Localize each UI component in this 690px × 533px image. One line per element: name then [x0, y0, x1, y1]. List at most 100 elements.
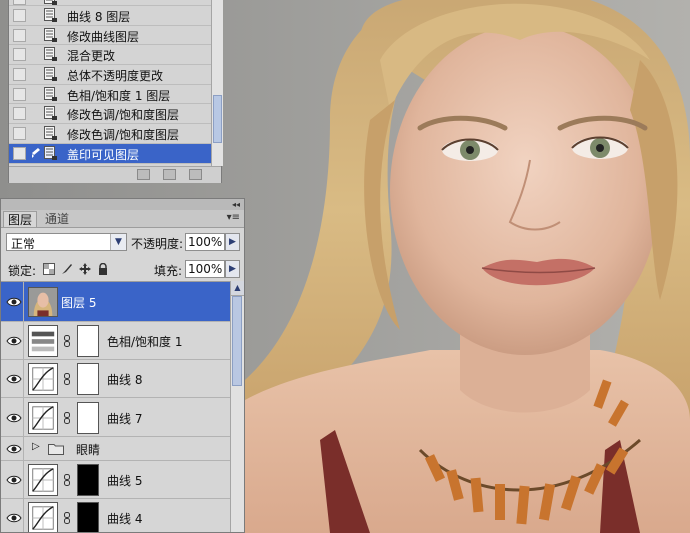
- eye-icon[interactable]: [6, 335, 22, 347]
- eye-icon[interactable]: [6, 373, 22, 385]
- history-brush-source-checkbox[interactable]: [13, 9, 26, 22]
- panel-titlebar[interactable]: ◂◂: [1, 199, 244, 210]
- history-state-icon: [44, 27, 57, 42]
- opacity-label: 不透明度:: [131, 237, 184, 251]
- history-item-label: 盖印可见图层: [67, 147, 140, 162]
- history-state-icon: [44, 86, 57, 101]
- history-brush-source-checkbox[interactable]: [13, 87, 26, 101]
- history-state-icon: [44, 106, 57, 121]
- layer-mask-thumbnail[interactable]: [77, 363, 99, 395]
- layer-list: 图层 5 色相/饱和度 1 曲线 8 曲线 7 ▷ 眼睛曲线 5 曲线 4: [1, 281, 230, 532]
- history-item[interactable]: 总体不透明度更改: [9, 65, 211, 85]
- history-item-label: 修改色调/饱和度图层: [67, 108, 180, 123]
- layer-thumbnail: [28, 287, 58, 317]
- layer-name: 眼睛: [76, 443, 101, 457]
- history-brush-source-checkbox[interactable]: [13, 48, 26, 62]
- layer-row[interactable]: 曲线 5: [1, 461, 230, 499]
- history-brush-source-checkbox[interactable]: [13, 0, 26, 5]
- history-scrollbar[interactable]: [211, 0, 223, 166]
- link-icon[interactable]: [64, 474, 70, 486]
- history-item-label: 色相/饱和度 1 图层: [67, 88, 171, 103]
- history-item[interactable]: 修改曲线图层: [9, 26, 211, 46]
- history-item-label: 修改色调/饱和度图层: [67, 128, 180, 143]
- history-item-label: 曲线 8 图层: [67, 10, 131, 24]
- collapse-panel-icon[interactable]: ◂◂: [232, 199, 240, 210]
- layer-row[interactable]: ▷ 眼睛: [1, 437, 230, 461]
- new-document-from-state-button[interactable]: [137, 169, 150, 180]
- tab-layers[interactable]: 图层: [3, 211, 38, 227]
- history-item-label: 混合更改: [67, 49, 116, 64]
- link-icon[interactable]: [64, 335, 70, 347]
- layer-mask-thumbnail[interactable]: [77, 402, 99, 434]
- history-item[interactable]: 混合更改: [9, 45, 211, 66]
- delete-state-button[interactable]: [189, 169, 202, 180]
- opacity-input[interactable]: 100%: [185, 233, 225, 251]
- layer-name: 曲线 5: [107, 474, 143, 488]
- curves-adjustment-icon: [28, 464, 58, 496]
- visibility-divider: [23, 437, 24, 460]
- lock-all-icon[interactable]: [97, 263, 109, 275]
- history-item-label: 修改曲线图层: [67, 29, 140, 44]
- link-icon[interactable]: [64, 512, 70, 524]
- history-brush-source-checkbox[interactable]: [13, 68, 26, 82]
- history-brush-source-checkbox[interactable]: [13, 28, 26, 42]
- history-item[interactable]: 色相/饱和度 1 图层: [9, 85, 211, 105]
- fill-label: 填充:: [154, 264, 183, 278]
- tab-channels[interactable]: 通道: [41, 211, 73, 227]
- eye-icon[interactable]: [6, 412, 22, 424]
- group-expand-icon[interactable]: ▷: [32, 441, 40, 452]
- history-item[interactable]: 盖印可见图层: [9, 143, 211, 164]
- eye-icon[interactable]: [6, 474, 22, 486]
- fill-input[interactable]: 100%: [185, 260, 225, 278]
- history-panel: 曲线 8 图层 修改曲线图层 混合更改总体不透明度更改 色相/饱和度 1 图层 修改色调…: [8, 0, 223, 183]
- layer-name: 曲线 7: [107, 412, 143, 426]
- layer-mask-thumbnail[interactable]: [77, 325, 99, 357]
- lock-position-icon[interactable]: [79, 263, 91, 275]
- blend-mode-select[interactable]: 正常 ▼: [6, 233, 127, 251]
- curves-adjustment-icon: [28, 363, 58, 395]
- lock-label: 锁定:: [8, 264, 37, 278]
- layer-row[interactable]: 色相/饱和度 1: [1, 322, 230, 360]
- eye-icon[interactable]: [6, 443, 22, 455]
- chevron-down-icon[interactable]: ▼: [110, 234, 126, 250]
- eye-icon[interactable]: [6, 296, 22, 308]
- history-state-icon: [44, 47, 57, 62]
- layers-scroll-thumb[interactable]: [232, 296, 242, 386]
- visibility-divider: [23, 461, 24, 498]
- layer-row[interactable]: 曲线 8: [1, 360, 230, 398]
- layer-mask-thumbnail[interactable]: [77, 464, 99, 496]
- history-brush-icon: [32, 147, 40, 158]
- opacity-slider-button[interactable]: ▶: [225, 233, 240, 251]
- layers-scrollbar[interactable]: ▲: [230, 281, 244, 532]
- curves-adjustment-icon: [28, 502, 58, 532]
- history-scroll-thumb[interactable]: [213, 95, 222, 143]
- history-brush-source-checkbox[interactable]: [13, 107, 26, 121]
- layer-mask-thumbnail[interactable]: [77, 502, 99, 532]
- layer-name: 曲线 8: [107, 373, 143, 387]
- history-item-label: 总体不透明度更改: [67, 69, 164, 84]
- history-list: 曲线 8 图层 修改曲线图层 混合更改总体不透明度更改 色相/饱和度 1 图层 修改色调…: [9, 0, 211, 166]
- layer-row[interactable]: 曲线 4: [1, 499, 230, 532]
- history-item[interactable]: 修改色调/饱和度图层: [9, 104, 211, 125]
- lock-transparent-pixels-icon[interactable]: [43, 263, 55, 275]
- link-icon[interactable]: [64, 412, 70, 424]
- layer-row[interactable]: 曲线 7: [1, 398, 230, 437]
- blend-mode-value: 正常: [11, 237, 36, 251]
- history-item[interactable]: 修改色调/饱和度图层: [9, 124, 211, 144]
- eye-icon[interactable]: [6, 512, 22, 524]
- lock-image-pixels-icon[interactable]: [61, 263, 73, 275]
- history-brush-source-checkbox[interactable]: [13, 127, 26, 141]
- history-state-icon: [44, 67, 57, 82]
- visibility-divider: [23, 360, 24, 397]
- fill-slider-button[interactable]: ▶: [225, 260, 240, 278]
- visibility-divider: [23, 322, 24, 359]
- history-item[interactable]: 曲线 8 图层: [9, 6, 211, 26]
- folder-icon: [48, 444, 64, 455]
- panel-menu-icon[interactable]: ▾≡: [227, 212, 240, 223]
- history-brush-source-checkbox[interactable]: [13, 146, 26, 160]
- layer-row[interactable]: 图层 5: [1, 282, 230, 322]
- scroll-up-icon[interactable]: ▲: [231, 281, 244, 296]
- new-snapshot-button[interactable]: [163, 169, 176, 180]
- link-icon[interactable]: [64, 373, 70, 385]
- history-footer: [9, 166, 221, 183]
